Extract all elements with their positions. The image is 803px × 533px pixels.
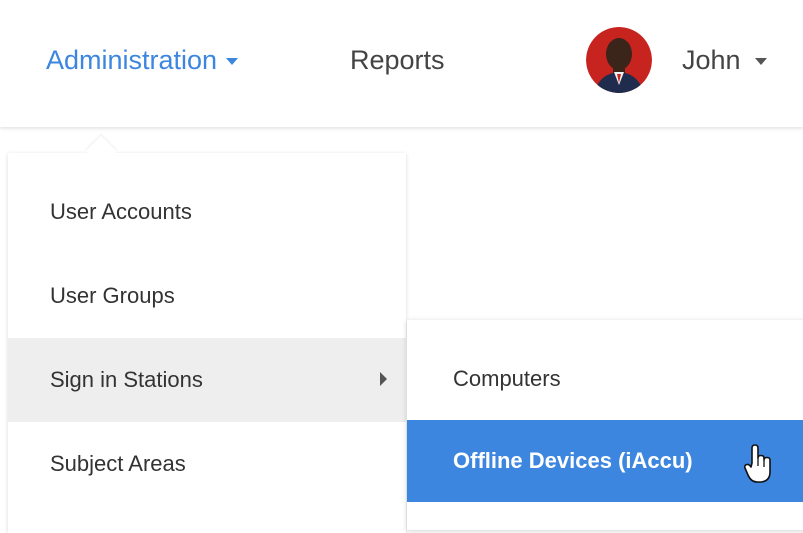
- menu-item-user-accounts[interactable]: User Accounts: [8, 170, 406, 254]
- menu-item-user-groups[interactable]: User Groups: [8, 254, 406, 338]
- menu-item-label: User Accounts: [50, 199, 192, 224]
- caret-down-icon: [226, 58, 239, 65]
- menu-item-label: Sign in Stations: [50, 367, 203, 392]
- sign-in-stations-submenu: Computers Offline Devices (iAccu): [407, 320, 803, 530]
- menu-item-sign-in-stations[interactable]: Sign in Stations: [8, 338, 406, 422]
- top-navigation-bar: Administration Reports John: [0, 0, 803, 127]
- administration-label: Administration: [46, 44, 218, 75]
- menu-item-label: Subject Areas: [50, 451, 186, 476]
- submenu-item-label: Offline Devices (iAccu): [453, 448, 693, 473]
- caret-right-icon: [380, 372, 387, 386]
- user-menu-button[interactable]: John: [586, 0, 767, 120]
- caret-down-icon: [754, 58, 767, 65]
- user-name: John: [682, 44, 741, 75]
- reports-label: Reports: [350, 44, 445, 75]
- submenu-item-label: Computers: [453, 366, 561, 391]
- menu-item-subject-areas[interactable]: Subject Areas: [8, 422, 406, 506]
- menu-item-label: User Groups: [50, 283, 175, 308]
- avatar: [586, 27, 652, 93]
- hand-pointer-icon: [743, 444, 773, 489]
- reports-link[interactable]: Reports: [350, 0, 445, 120]
- submenu-item-computers[interactable]: Computers: [407, 338, 803, 420]
- administration-dropdown-menu: User Accounts User Groups Sign in Statio…: [8, 153, 406, 533]
- administration-menu-button[interactable]: Administration: [46, 0, 239, 120]
